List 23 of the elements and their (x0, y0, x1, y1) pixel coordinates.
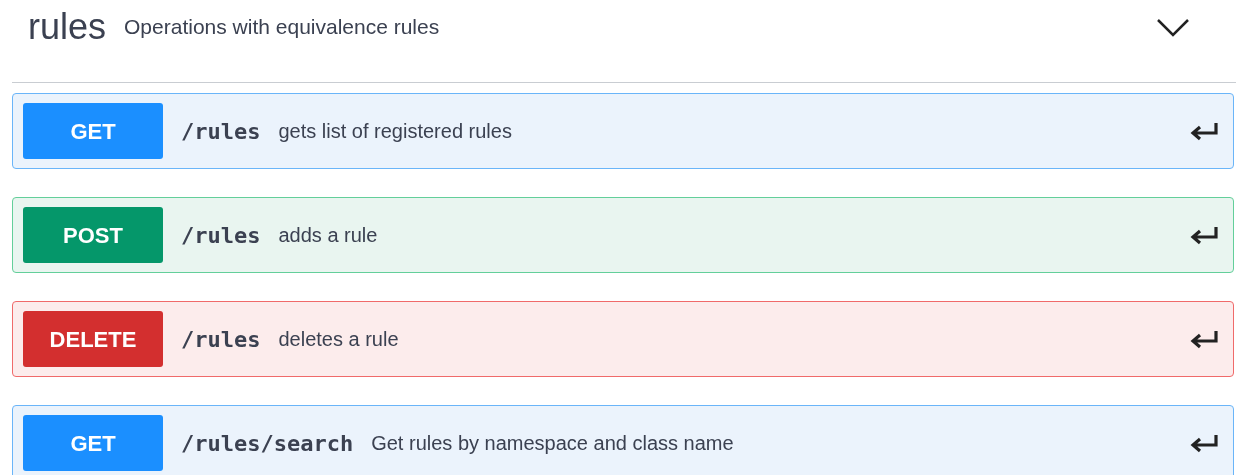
enter-icon (1189, 121, 1219, 141)
section-title: rules (28, 9, 107, 45)
endpoint-path: /rules (181, 325, 261, 354)
operation-row[interactable]: GET /rules/search Get rules by namespace and class name (12, 405, 1234, 475)
operation-row[interactable]: DELETE /rules deletes a rule (12, 301, 1234, 377)
chevron-icon[interactable] (1156, 17, 1190, 37)
operation-row[interactable]: POST /rules adds a rule (12, 197, 1234, 273)
endpoint-path: /rules (181, 221, 261, 250)
endpoint-path: /rules/search (181, 429, 354, 458)
enter-icon (1189, 329, 1219, 349)
endpoint-summary: Get rules by namespace and class name (371, 431, 734, 456)
method-badge: GET (23, 103, 163, 159)
method-badge: DELETE (23, 311, 163, 367)
endpoint-summary: adds a rule (278, 223, 378, 248)
enter-icon (1189, 433, 1219, 453)
section-description: Operations with equivalence rules (124, 14, 440, 41)
enter-icon (1189, 225, 1219, 245)
endpoint-summary: gets list of registered rules (278, 119, 512, 144)
endpoint-summary: deletes a rule (278, 327, 399, 352)
method-badge: GET (23, 415, 163, 471)
method-badge: POST (23, 207, 163, 263)
endpoint-path: /rules (181, 117, 261, 146)
operation-row[interactable]: GET /rules gets list of registered rules (12, 93, 1234, 169)
